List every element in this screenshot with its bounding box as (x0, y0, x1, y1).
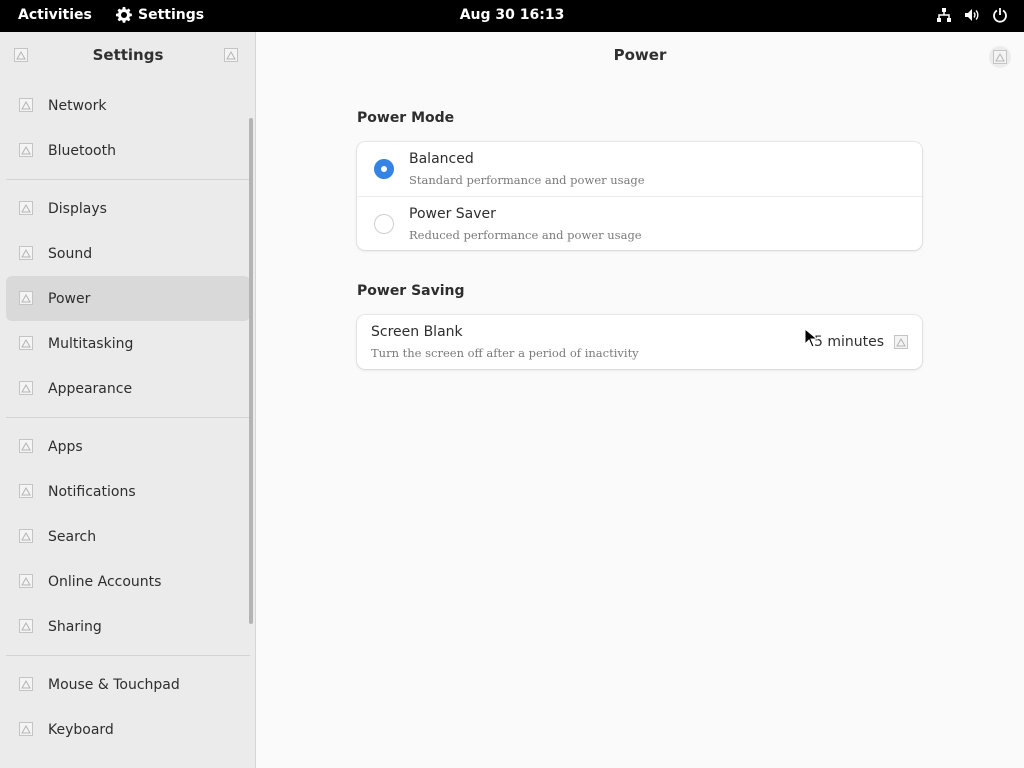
broken-image-icon (224, 48, 238, 62)
gear-icon (116, 7, 132, 23)
sidebar-item-label: Power (48, 290, 91, 307)
network-icon[interactable] (936, 7, 952, 23)
sidebar-item-label: Apps (48, 438, 83, 455)
network-icon (19, 98, 33, 112)
power-mode-option-balanced[interactable]: Balanced Standard performance and power … (357, 142, 922, 196)
menu-button[interactable] (224, 47, 240, 63)
bluetooth-icon (19, 143, 33, 157)
sidebar-item-mouse-touchpad[interactable]: Mouse & Touchpad (6, 662, 250, 707)
sidebar-item-label: Bluetooth (48, 142, 116, 159)
search-icon (19, 529, 33, 543)
sidebar-item-online-accounts[interactable]: Online Accounts (6, 559, 250, 604)
screen-blank-value[interactable]: 5 minutes (814, 334, 884, 350)
power-icon[interactable] (992, 7, 1008, 23)
sidebar-item-keyboard[interactable]: Keyboard (6, 707, 250, 752)
power-icon (19, 291, 33, 305)
sidebar-item-multitasking[interactable]: Multitasking (6, 321, 250, 366)
sidebar-item-apps[interactable]: Apps (6, 424, 250, 469)
screen-blank-title: Screen Blank (371, 324, 463, 340)
displays-icon (19, 201, 33, 215)
power-mode-card: Balanced Standard performance and power … (357, 142, 922, 250)
sidebar-divider (6, 179, 250, 180)
sidebar-title: Settings (92, 46, 164, 64)
power-mode-option-power-saver[interactable]: Power Saver Reduced performance and powe… (357, 196, 922, 250)
sidebar-item-network[interactable]: Network (6, 83, 250, 128)
sidebar-item-label: Online Accounts (48, 573, 162, 590)
sidebar-item-search[interactable]: Search (6, 514, 250, 559)
system-tray[interactable] (936, 7, 1008, 23)
notifications-icon (19, 484, 33, 498)
screen-blank-subtitle: Turn the screen off after a period of in… (371, 346, 639, 360)
sound-icon (19, 246, 33, 260)
sidebar-item-label: Appearance (48, 380, 133, 397)
sidebar-item-displays[interactable]: Displays (6, 186, 250, 231)
radio-balanced[interactable] (374, 159, 394, 179)
sidebar-header: Settings (0, 32, 255, 78)
app-name: Settings (138, 7, 205, 23)
mouse-pointer-icon (804, 328, 818, 348)
sidebar-divider (6, 655, 250, 656)
multitasking-icon (19, 336, 33, 350)
option-subtitle: Standard performance and power usage (409, 173, 645, 187)
sidebar-item-power[interactable]: Power (6, 276, 250, 321)
sidebar-item-label: Multitasking (48, 335, 134, 352)
clock[interactable]: Aug 30 16:13 (460, 7, 565, 23)
broken-image-icon (993, 50, 1007, 64)
mouse-icon (19, 677, 33, 691)
sharing-icon (19, 619, 33, 633)
main-panel: Power Power Mode Balanced Standard perfo… (256, 32, 1024, 768)
screen-blank-row[interactable]: Screen Blank Turn the screen off after a… (357, 315, 922, 369)
sidebar-item-label: Network (48, 97, 107, 114)
sidebar-item-bluetooth[interactable]: Bluetooth (6, 128, 250, 173)
page-title: Power (613, 46, 667, 64)
sidebar-item-label: Sound (48, 245, 93, 262)
option-title: Power Saver (409, 206, 496, 222)
activities-button[interactable]: Activities (18, 7, 92, 23)
sidebar-item-label: Sharing (48, 618, 102, 635)
main-menu-button[interactable] (989, 46, 1011, 68)
sidebar-item-label: Search (48, 528, 97, 545)
top-bar: Activities Settings Aug 30 16:13 (0, 0, 1024, 32)
sidebar-divider (6, 417, 250, 418)
dropdown-icon[interactable] (894, 335, 908, 349)
option-title: Balanced (409, 151, 474, 167)
power-saving-heading: Power Saving (357, 283, 465, 299)
apps-icon (19, 439, 33, 453)
online-accounts-icon (19, 574, 33, 588)
appearance-icon (19, 381, 33, 395)
power-saving-card: Screen Blank Turn the screen off after a… (357, 315, 922, 369)
sidebar-item-sharing[interactable]: Sharing (6, 604, 250, 649)
sidebar: Settings Network Bluetooth Displays Soun… (0, 32, 256, 768)
radio-power-saver[interactable] (374, 214, 394, 234)
sidebar-item-notifications[interactable]: Notifications (6, 469, 250, 514)
sidebar-item-label: Keyboard (48, 721, 114, 738)
option-subtitle: Reduced performance and power usage (409, 228, 642, 242)
sidebar-item-appearance[interactable]: Appearance (6, 366, 250, 411)
sidebar-nav: Network Bluetooth Displays Sound Power M… (0, 83, 256, 752)
volume-icon[interactable] (964, 7, 980, 23)
keyboard-icon (19, 722, 33, 736)
sidebar-item-label: Notifications (48, 483, 136, 500)
sidebar-scrollbar[interactable] (249, 118, 253, 624)
app-menu[interactable]: Settings (116, 7, 204, 23)
sidebar-item-label: Displays (48, 200, 107, 217)
sidebar-item-label: Mouse & Touchpad (48, 676, 180, 693)
power-mode-heading: Power Mode (357, 110, 455, 126)
sidebar-item-sound[interactable]: Sound (6, 231, 250, 276)
